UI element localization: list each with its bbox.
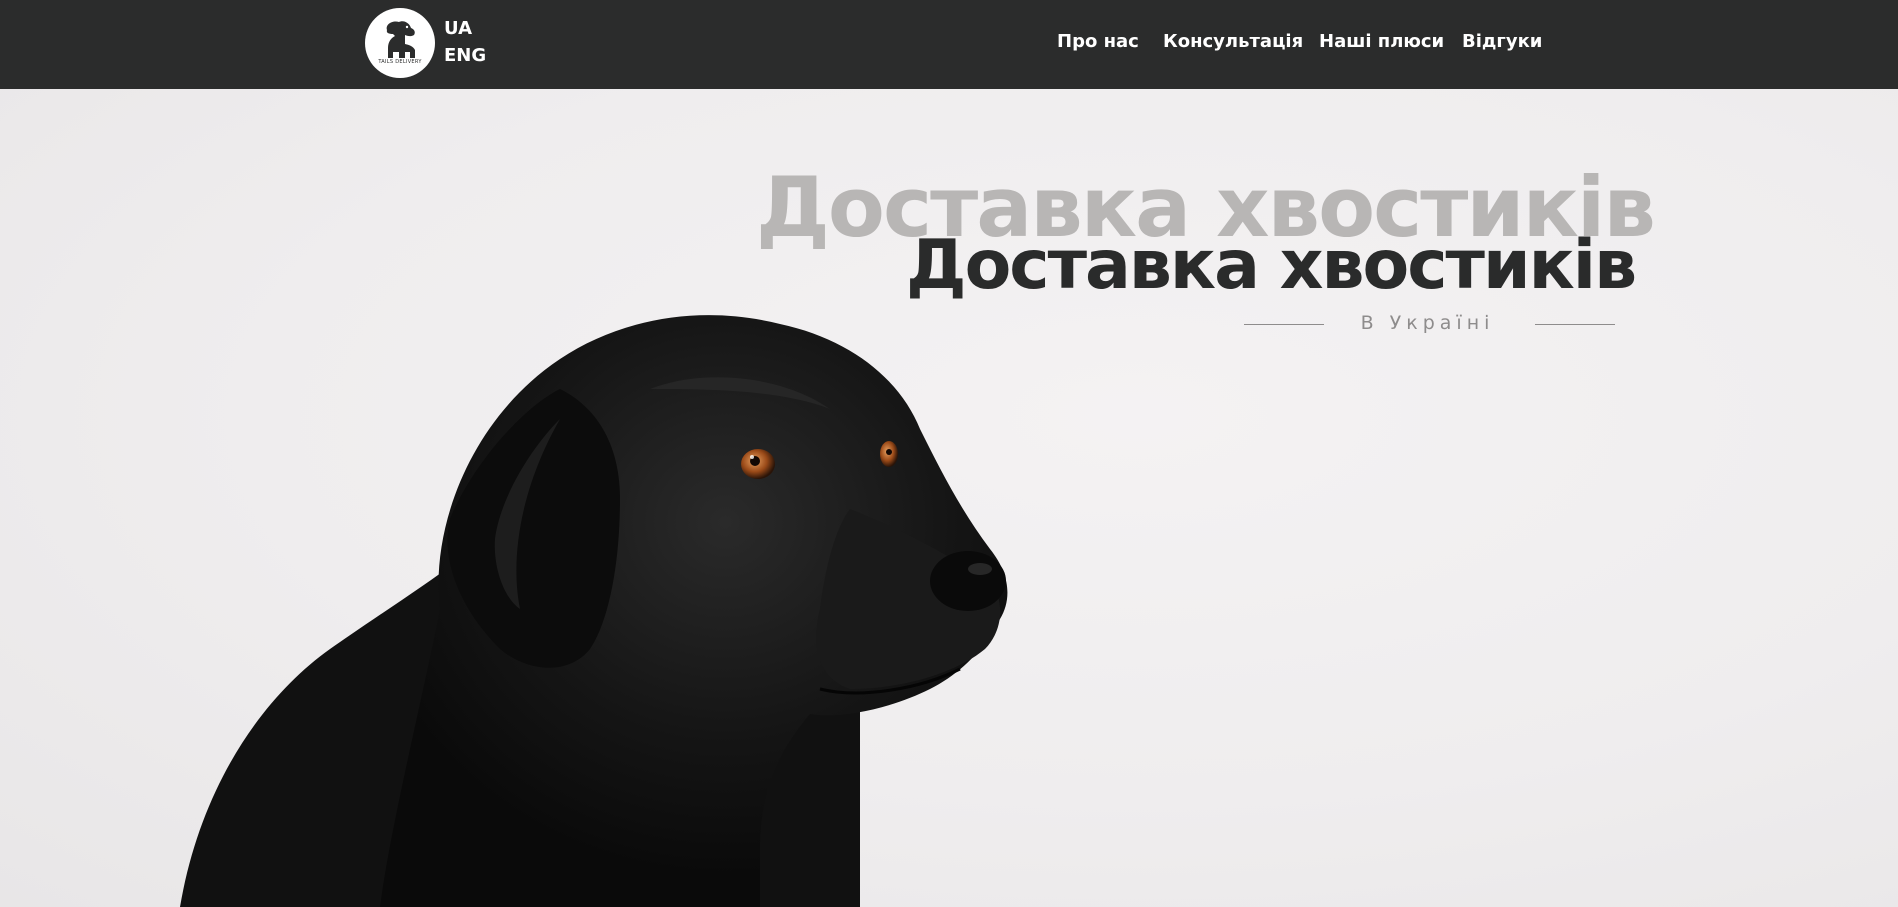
nav-advantages[interactable]: Наші плюси xyxy=(1319,31,1444,52)
nav-about[interactable]: Про нас xyxy=(1057,31,1139,52)
logo[interactable]: TAILS DELIVERY xyxy=(365,8,435,78)
language-eng-link[interactable]: ENG xyxy=(444,45,486,66)
hero-section: Доставка хвостиків Доставка хвостиків В … xyxy=(0,89,1898,907)
subtitle-divider-right xyxy=(1535,324,1615,325)
language-ua-link[interactable]: UA xyxy=(444,18,472,39)
dog-silhouette-icon xyxy=(386,21,415,58)
logo-text: TAILS DELIVERY xyxy=(378,59,422,65)
site-header: TAILS DELIVERY UA ENG Про нас Консультац… xyxy=(0,0,1898,89)
nav-reviews[interactable]: Відгуки xyxy=(1462,31,1542,52)
hero-title: Доставка хвостиків xyxy=(906,226,1637,305)
nav-consultation[interactable]: Консультація xyxy=(1163,31,1303,52)
page: TAILS DELIVERY UA ENG Про нас Консультац… xyxy=(0,0,1898,907)
subtitle-divider-left xyxy=(1244,324,1324,325)
hero-subtitle: В Україні xyxy=(1360,312,1495,334)
